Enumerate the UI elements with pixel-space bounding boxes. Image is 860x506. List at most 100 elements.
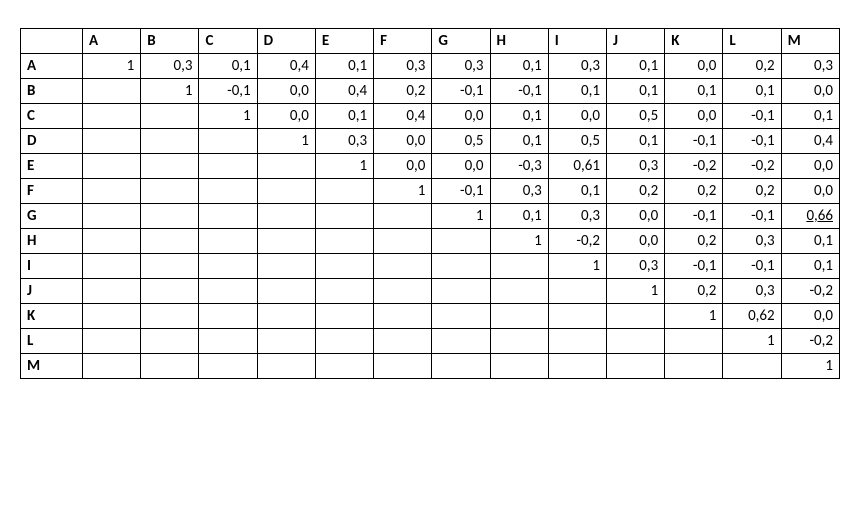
table-cell (141, 179, 199, 204)
table-cell: 0,4 (374, 104, 432, 129)
table-row: M1 (21, 354, 840, 379)
col-header: J (606, 29, 664, 54)
table-cell: 0,3 (548, 204, 606, 229)
table-cell (315, 179, 373, 204)
table-cell: 0,3 (141, 54, 199, 79)
table-cell (83, 304, 141, 329)
table-cell: 0,2 (374, 79, 432, 104)
table-cell: -0,2 (781, 279, 839, 304)
table-cell: 0,0 (432, 104, 490, 129)
table-cell: -0,2 (548, 229, 606, 254)
table-cell (315, 304, 373, 329)
correlation-matrix-table: A B C D E F G H I J K L M A10,30,10,40,1… (20, 28, 840, 379)
table-cell (141, 329, 199, 354)
table-cell: 0,1 (606, 54, 664, 79)
table-row: K 10,620,0 (21, 304, 840, 329)
table-cell: 0,0 (548, 104, 606, 129)
table-cell (665, 354, 723, 379)
table-cell: 0,3 (490, 179, 548, 204)
table-cell: 0,1 (315, 104, 373, 129)
col-header: L (723, 29, 781, 54)
table-cell (490, 329, 548, 354)
table-cell: 0,3 (723, 279, 781, 304)
table-cell: 0,3 (606, 254, 664, 279)
table-cell: -0,3 (490, 154, 548, 179)
header-row: A B C D E F G H I J K L M (21, 29, 840, 54)
table-cell: 0,3 (723, 229, 781, 254)
row-header: H (21, 229, 83, 254)
table-cell (723, 354, 781, 379)
table-cell (83, 154, 141, 179)
table-cell (606, 304, 664, 329)
row-header: L (21, 329, 83, 354)
table-row: D10,30,00,50,10,50,1-0,1-0,10,4 (21, 129, 840, 154)
table-cell: 0,5 (548, 129, 606, 154)
table-cell: 0,2 (723, 179, 781, 204)
table-cell: 0,2 (665, 179, 723, 204)
table-cell: -0,1 (723, 104, 781, 129)
row-header: C (21, 104, 83, 129)
table-cell (432, 254, 490, 279)
table-row: H1-0,20,00,20,30,1 (21, 229, 840, 254)
table-cell: -0,1 (199, 79, 257, 104)
table-cell: -0,2 (723, 154, 781, 179)
table-cell: 0,0 (781, 79, 839, 104)
table-cell (83, 129, 141, 154)
table-cell (548, 279, 606, 304)
table-cell: 1 (665, 304, 723, 329)
table-cell: 0,3 (374, 54, 432, 79)
table-cell: 0,62 (723, 304, 781, 329)
table-cell (257, 204, 315, 229)
table-cell: 0,5 (606, 104, 664, 129)
table-cell (490, 354, 548, 379)
table-cell: -0,1 (665, 129, 723, 154)
table-cell: 0,1 (781, 104, 839, 129)
table-cell: 1 (723, 329, 781, 354)
table-cell: 0,0 (781, 154, 839, 179)
col-header: K (665, 29, 723, 54)
table-cell: -0,1 (723, 129, 781, 154)
table-cell: -0,1 (432, 79, 490, 104)
row-header: K (21, 304, 83, 329)
table-row: J10,20,3-0,2 (21, 279, 840, 304)
table-cell: 0,1 (490, 54, 548, 79)
table-cell (606, 329, 664, 354)
table-cell: 0,0 (665, 54, 723, 79)
table-cell: -0,1 (665, 254, 723, 279)
table-cell: 0,0 (432, 154, 490, 179)
table-cell (490, 254, 548, 279)
table-cell: 0,2 (665, 229, 723, 254)
table-cell (548, 304, 606, 329)
table-cell: 0,0 (257, 104, 315, 129)
table-cell: 0,5 (432, 129, 490, 154)
col-header: M (781, 29, 839, 54)
table-cell: -0,1 (723, 204, 781, 229)
table-cell (315, 279, 373, 304)
table-cell: -0,1 (432, 179, 490, 204)
table-cell: 1 (490, 229, 548, 254)
table-cell (490, 279, 548, 304)
table-cell: 0,0 (781, 304, 839, 329)
table-cell (83, 329, 141, 354)
table-cell: 1 (83, 54, 141, 79)
table-cell: 0,1 (723, 79, 781, 104)
table-cell (257, 304, 315, 329)
table-cell (83, 179, 141, 204)
table-cell (141, 279, 199, 304)
table-cell (374, 279, 432, 304)
table-cell: 0,1 (548, 179, 606, 204)
table-cell: 0,4 (315, 79, 373, 104)
col-header: H (490, 29, 548, 54)
table-cell (257, 254, 315, 279)
table-cell (199, 154, 257, 179)
table-cell: 1 (141, 79, 199, 104)
table-cell (490, 304, 548, 329)
table-cell (374, 204, 432, 229)
col-header: D (257, 29, 315, 54)
table-cell: 0,0 (606, 204, 664, 229)
corner-cell (21, 29, 83, 54)
row-header: J (21, 279, 83, 304)
table-cell (432, 354, 490, 379)
table-cell: 0,1 (606, 129, 664, 154)
table-cell: 0,2 (723, 54, 781, 79)
